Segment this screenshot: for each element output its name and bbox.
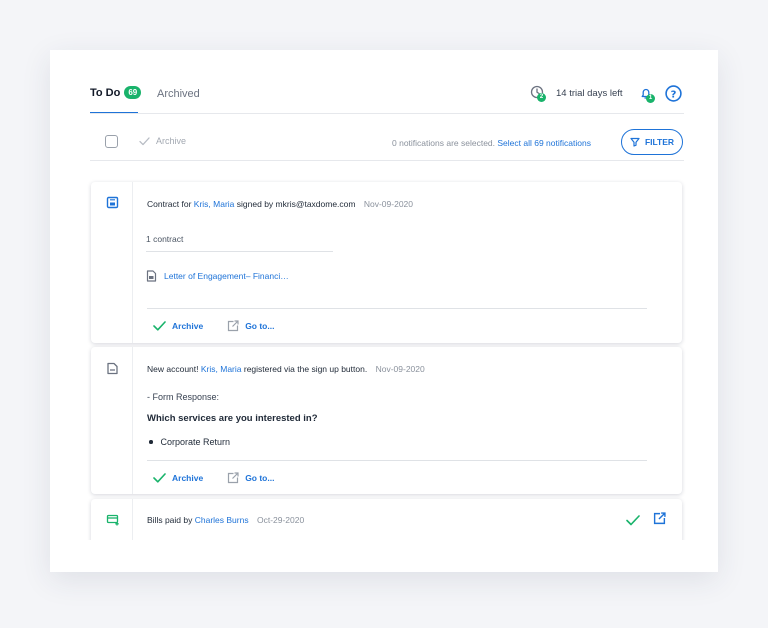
notification-card-contract[interactable]: Contract for Kris, Maria signed by mkris… (91, 182, 682, 343)
select-all-checkbox[interactable] (105, 135, 118, 148)
document-name: Letter of Engagement– Financi… (164, 271, 289, 281)
bell-count-badge: 1 (646, 94, 655, 103)
notification-date: Nov-09-2020 (363, 199, 413, 209)
notification-date: Oct-29-2020 (256, 515, 305, 525)
bulk-archive-label: Archive (156, 136, 187, 146)
svg-text:?: ? (671, 89, 677, 100)
card-actions: Archive Go to... (153, 320, 274, 332)
toolbar-divider (90, 160, 684, 161)
notification-card-new-account[interactable]: New account! Kris, Maria registered via … (91, 347, 682, 494)
header-divider (90, 113, 684, 114)
notifications-bell-button[interactable]: 1 (639, 86, 655, 104)
bullet (149, 440, 153, 444)
document-link[interactable]: Letter of Engagement– Financi… (146, 270, 289, 282)
form-response-label: - Form Response: (147, 392, 220, 402)
selected-count-text: 0 notifications are selected. (392, 138, 496, 148)
contract-icon (106, 196, 119, 209)
select-all-link[interactable]: Select all 69 notifications (497, 138, 591, 148)
external-link-icon (228, 472, 239, 484)
goto-button[interactable]: Go to... (227, 472, 274, 484)
filter-button[interactable]: FILTER (621, 129, 683, 155)
filter-icon (630, 137, 640, 147)
check-icon (153, 473, 166, 483)
form-answer: Corporate Return (149, 437, 230, 447)
client-link[interactable]: Charles Burns (195, 515, 249, 525)
card-actions: Archive Go to... (153, 472, 274, 484)
goto-button[interactable]: Go to... (227, 320, 274, 332)
panel-bottom (50, 540, 718, 572)
client-link[interactable]: Kris, Maria (194, 199, 235, 209)
notification-text: Bills paid by Charles Burns Oct-29-2020 (147, 515, 305, 525)
notifications-panel: To Do 69 Archived 2 14 trial days left 1… (50, 50, 718, 572)
todo-count-badge: 69 (124, 86, 142, 99)
check-icon (139, 136, 150, 145)
client-link[interactable]: Kris, Maria (201, 364, 242, 374)
tab-todo[interactable]: To Do 69 (90, 86, 142, 99)
form-icon (107, 362, 118, 375)
check-icon (626, 515, 640, 526)
notification-text: New account! Kris, Maria registered via … (147, 364, 425, 374)
archive-button[interactable]: Archive (153, 321, 203, 331)
external-link-icon (228, 320, 239, 332)
activity-button[interactable]: 2 (530, 85, 546, 103)
check-icon (153, 321, 166, 331)
tab-todo-label: To Do (90, 86, 121, 99)
notification-date: Nov-09-2020 (375, 364, 425, 374)
bulk-archive-button[interactable]: Archive (139, 136, 186, 146)
invoice-icon (106, 514, 119, 526)
external-link-icon (653, 512, 666, 525)
filter-label: FILTER (644, 137, 675, 147)
form-question: Which services are you interested in? (147, 413, 318, 424)
activity-count-badge: 2 (537, 93, 546, 102)
tab-archived[interactable]: Archived (157, 88, 200, 100)
selection-info: 0 notifications are selected. Select all… (392, 138, 591, 148)
help-icon: ? (665, 85, 682, 102)
archive-button[interactable]: Archive (153, 473, 203, 483)
document-icon (146, 270, 157, 282)
contract-count: 1 contract (146, 234, 184, 244)
goto-quick-button[interactable] (653, 512, 666, 530)
notification-text: Contract for Kris, Maria signed by mkris… (147, 199, 413, 209)
trial-days-left: 14 trial days left (556, 88, 623, 99)
help-button[interactable]: ? (665, 85, 682, 107)
archive-quick-button[interactable] (626, 513, 640, 531)
